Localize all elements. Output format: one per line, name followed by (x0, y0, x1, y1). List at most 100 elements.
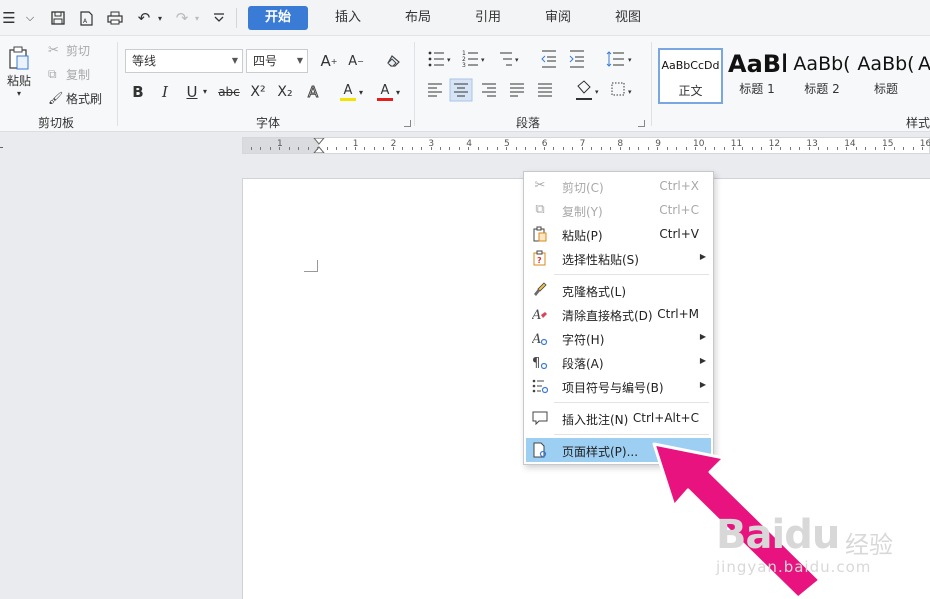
format-painter-button[interactable]: 🖌 格式刷 (48, 88, 102, 108)
ruler-tick (288, 147, 290, 150)
increase-indent-icon[interactable] (569, 50, 584, 68)
svg-text:▾: ▾ (628, 88, 632, 96)
svg-text:▾: ▾ (595, 88, 599, 96)
menu-item-insert-comment[interactable]: 插入批注(N) Ctrl+Alt+C (526, 406, 711, 430)
ruler-tick (581, 147, 583, 150)
copy-icon: ⧉ (535, 202, 545, 217)
ruler-tick (619, 147, 621, 150)
style-normal[interactable]: AaBbCcDd 正文 (658, 48, 723, 104)
indent-marker-icon[interactable] (313, 138, 325, 153)
ruler-tick (251, 147, 252, 150)
font-dialog-launcher[interactable] (404, 120, 411, 127)
page-style-icon (532, 442, 548, 458)
subscript-button[interactable]: X₂ (273, 81, 297, 103)
multilevel-list-icon[interactable]: ▾ (500, 52, 519, 66)
shrink-font-button[interactable]: A − (345, 50, 367, 72)
style-heading-1[interactable]: AaBl 标题 1 (728, 48, 786, 104)
ruler-tick (449, 147, 451, 150)
align-right-icon[interactable] (482, 83, 496, 97)
highlight-button[interactable]: A ▾ (340, 81, 370, 103)
strikethrough-button[interactable]: abc (215, 81, 243, 103)
ruler-tick (732, 147, 734, 150)
scissors-icon: ✂ (48, 42, 59, 58)
font-family-value: 等线 (132, 54, 157, 68)
underline-button[interactable]: U (181, 81, 203, 103)
numbering-icon[interactable]: 123 ▾ (462, 50, 485, 69)
save-icon[interactable] (48, 7, 68, 29)
watermark-brand-cn: 经验 (845, 531, 893, 559)
submenu-arrow-icon: ▶ (699, 380, 706, 389)
ruler-tick (818, 147, 819, 150)
ruler-tick (411, 147, 413, 150)
font-size-select[interactable]: 四号 ▼ (246, 49, 308, 73)
context-menu: ✂ 剪切(C) Ctrl+X ⧉ 复制(Y) Ctrl+C 粘贴(P) Ctrl… (523, 171, 714, 465)
menu-item-clone-format[interactable]: 克隆格式(L) (526, 278, 711, 302)
style-more[interactable]: A (918, 48, 930, 104)
menu-item-clear-format[interactable]: A 清除直接格式(D) Ctrl+M (526, 302, 711, 326)
redo-dropdown-icon[interactable]: ▾ (192, 7, 202, 29)
tab-review[interactable]: 审阅 (532, 6, 584, 30)
ruler-tick (638, 147, 640, 150)
menu-item-paragraph[interactable]: ¶ 段落(A) ▶ (526, 350, 711, 374)
paste-button[interactable]: 粘贴 ▾ (4, 46, 34, 110)
horizontal-ruler[interactable]: 1 1 2 3 4 5 6 7 8 9 10 11 12 13 14 15 16 (242, 137, 930, 154)
chevron-down-icon: ▾ (16, 89, 21, 98)
shading-icon[interactable]: ▾ (576, 80, 599, 100)
redo-icon[interactable]: ↷ (172, 7, 192, 29)
italic-button[interactable]: I (154, 81, 176, 103)
customize-icon[interactable] (209, 7, 229, 29)
line-spacing-icon[interactable]: ▾ (606, 51, 632, 67)
pdf-icon[interactable]: A (76, 7, 96, 29)
ruler-tick (865, 147, 867, 150)
chevron-down-icon[interactable]: ▾ (203, 87, 207, 96)
border-icon[interactable]: ▾ (611, 82, 632, 96)
bold-button[interactable]: B (127, 81, 149, 103)
align-left-icon[interactable] (428, 83, 442, 97)
highlighter-icon: A (340, 83, 356, 101)
chevron-down-icon[interactable]: ⌵ (22, 7, 38, 29)
grow-font-button[interactable]: A + (318, 50, 340, 72)
decrease-indent-icon[interactable] (541, 50, 556, 68)
menu-separator (554, 274, 709, 275)
tab-view[interactable]: 视图 (602, 6, 654, 30)
font-family-select[interactable]: 等线 ▼ (125, 49, 243, 73)
distributed-icon[interactable] (538, 83, 552, 97)
style-heading-2[interactable]: AaBb( 标题 2 (792, 48, 852, 104)
ruler-tick (336, 147, 338, 150)
text-effect-button[interactable]: A (302, 81, 324, 103)
justify-icon[interactable] (510, 83, 524, 97)
ruler-tick (392, 147, 394, 150)
tab-home[interactable]: 开始 (248, 6, 308, 30)
menu-icon[interactable]: ☰ (0, 7, 18, 29)
ruler-tick (487, 147, 489, 150)
menu-item-copy[interactable]: ⧉ 复制(Y) Ctrl+C (526, 198, 711, 222)
undo-dropdown-icon[interactable]: ▾ (155, 7, 165, 29)
tab-insert[interactable]: 插入 (322, 6, 374, 30)
font-color-button[interactable]: A ▾ (377, 81, 407, 103)
menu-item-paste-special[interactable]: ? 选择性粘贴(S) ▶ (526, 246, 711, 270)
cut-button[interactable]: ✂ 剪切 (48, 40, 90, 60)
superscript-button[interactable]: X² (246, 81, 270, 103)
clear-format-button[interactable] (382, 50, 404, 72)
menu-item-paste[interactable]: 粘贴(P) Ctrl+V (526, 222, 711, 246)
ruler-tick (543, 147, 545, 150)
ruler-tick (922, 147, 923, 150)
copy-button[interactable]: ⧉ 复制 (48, 64, 90, 84)
ruler-tick (704, 147, 706, 150)
paragraph-dialog-launcher[interactable] (638, 120, 645, 127)
undo-icon[interactable]: ↶ (134, 7, 154, 29)
align-center-selected-bg (449, 78, 473, 102)
clipboard-group-label: 剪切板 (37, 116, 74, 130)
style-title[interactable]: AaBb( 标题 (856, 48, 916, 104)
ruler-tick (714, 147, 715, 150)
menu-item-character[interactable]: A 字符(H) ▶ (526, 326, 711, 350)
tab-layout[interactable]: 布局 (392, 6, 444, 30)
bullets-icon[interactable]: ▾ (428, 51, 451, 67)
print-icon[interactable] (104, 7, 126, 29)
tab-references[interactable]: 引用 (462, 6, 514, 30)
menu-item-bullets-numbering[interactable]: 项目符号与编号(B) ▶ (526, 374, 711, 398)
divider (414, 42, 415, 126)
ruler-tick (855, 147, 857, 150)
menu-item-cut[interactable]: ✂ 剪切(C) Ctrl+X (526, 174, 711, 198)
ruler-tick (629, 147, 630, 150)
